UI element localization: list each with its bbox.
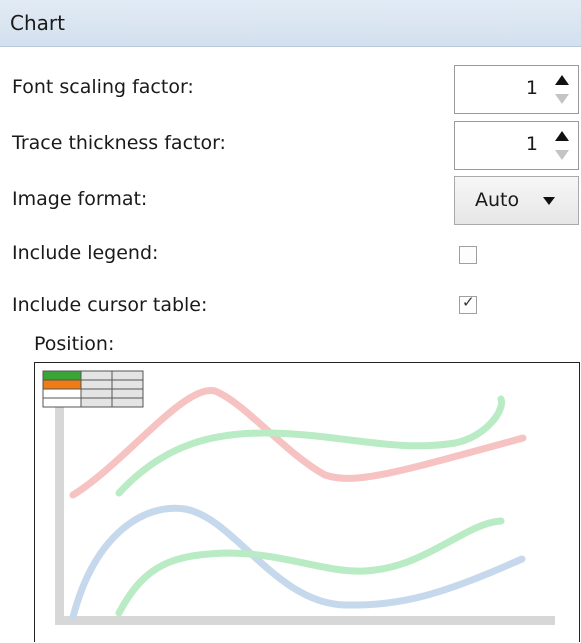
include-legend-checkbox[interactable] [459,246,477,264]
font-scaling-value[interactable]: 1 [526,77,538,99]
y-axis-bar [55,393,64,625]
font-scaling-label: Font scaling factor: [12,76,194,98]
position-label: Position: [34,333,115,355]
trace-thickness-value[interactable]: 1 [526,133,538,155]
x-axis-bar [55,616,555,625]
include-cursor-table-checkbox[interactable]: ✓ [459,293,477,314]
checkmark-icon: ✓ [462,293,475,311]
include-legend-label: Include legend: [12,242,159,264]
chart-section-header: Chart [0,0,581,47]
increment-arrow-icon[interactable] [555,131,569,141]
font-scaling-spinner[interactable]: 1 [454,65,579,114]
increment-arrow-icon[interactable] [555,75,569,85]
section-title: Chart [10,11,65,35]
chevron-down-icon [543,197,555,205]
position-preview-illustration [42,370,555,625]
decrement-arrow-icon[interactable] [555,150,569,160]
image-format-value: Auto [475,189,520,211]
trace-thickness-spinner[interactable]: 1 [454,121,579,170]
image-format-label: Image format: [12,188,148,210]
image-format-dropdown[interactable]: Auto [454,176,579,225]
position-preview[interactable] [34,362,580,642]
include-cursor-table-label: Include cursor table: [12,294,208,316]
decrement-arrow-icon[interactable] [555,94,569,104]
trace-thickness-label: Trace thickness factor: [12,132,226,154]
upper-green-trace [115,395,505,497]
cursor-table-icon[interactable] [42,370,144,408]
